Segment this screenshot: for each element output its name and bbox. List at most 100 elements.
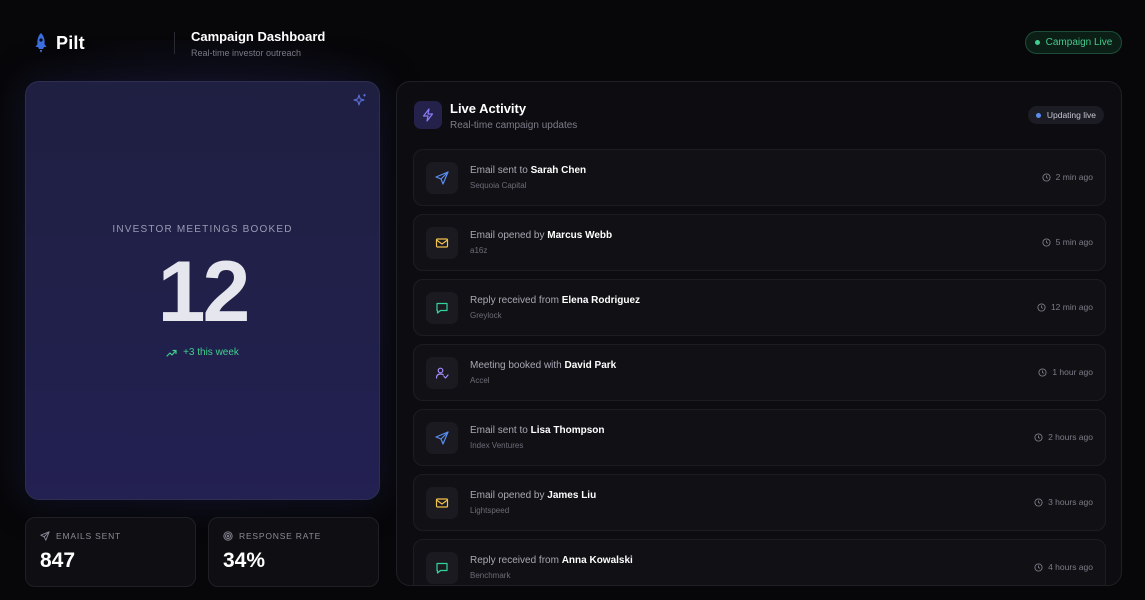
message-icon [435,301,449,315]
activity-time: 2 min ago [1042,172,1093,182]
header: Pilt Campaign Dashboard Real-time invest… [0,0,1145,80]
meetings-card: INVESTOR MEETINGS BOOKED 12 +3 this week [25,81,380,500]
activity-row[interactable]: Reply received from Elena Rodriguez Greyl… [413,279,1106,336]
activity-action: Email opened by [470,230,545,241]
activity-contact-name[interactable]: Sarah Chen [531,165,587,176]
activity-description: Email opened by James Liu [470,490,596,501]
activity-row[interactable]: Meeting booked with David Park Accel 1 hou… [413,344,1106,401]
activity-time-label: 3 hours ago [1048,497,1093,507]
stat-label: EMAILS SENT [56,531,122,541]
activity-time-label: 5 min ago [1055,237,1093,247]
activity-time: 12 min ago [1037,302,1093,312]
activity-row-icon-box [426,487,458,519]
activity-subtitle: Real-time campaign updates [450,120,578,131]
mail-icon [435,496,449,510]
live-activity-panel: Live Activity Real-time campaign updates… [396,81,1122,586]
activity-contact-name[interactable]: Lisa Thompson [531,425,605,436]
clock-icon [1042,172,1051,182]
activity-description: Reply received from Anna Kowalski [470,555,633,566]
activity-org: Greylock [470,311,502,320]
page-subtitle: Real-time investor outreach [191,48,302,58]
campaign-status-badge: Campaign Live [1025,31,1122,54]
activity-org: Index Ventures [470,441,524,450]
sparkles-icon[interactable] [353,93,367,107]
activity-description: Reply received from Elena Rodriguez [470,295,640,306]
updating-live-badge: Updating live [1027,106,1104,124]
activity-row-icon-box [426,357,458,389]
activity-row[interactable]: Email sent to Lisa Thompson Index Venture… [413,409,1106,466]
header-divider [174,32,175,54]
trending-up-icon [166,349,177,357]
lightning-icon [421,108,435,122]
clock-icon [1034,562,1043,572]
activity-time-label: 4 hours ago [1048,562,1093,572]
stat-value: 34% [223,549,266,572]
activity-time: 4 hours ago [1034,562,1093,572]
activity-description: Email opened by Marcus Webb [470,230,612,241]
activity-contact-name[interactable]: Marcus Webb [547,230,612,241]
stat-label-row: RESPONSE RATE [223,531,321,541]
message-icon [435,561,449,575]
activity-action: Email sent to [470,425,528,436]
activity-time-label: 2 hours ago [1048,432,1093,442]
activity-contact-name[interactable]: David Park [565,360,617,371]
activity-contact-name[interactable]: Elena Rodriguez [562,295,640,306]
activity-action: Meeting booked with [470,360,562,371]
send-icon [40,531,50,541]
activity-org: Sequoia Capital [470,181,527,190]
activity-description: Email sent to Lisa Thompson [470,425,605,436]
clock-icon [1042,237,1051,247]
meetings-label: INVESTOR MEETINGS BOOKED [112,224,293,235]
stat-value: 847 [40,549,76,572]
activity-row-icon-box [426,162,458,194]
clock-icon [1034,432,1043,442]
activity-row[interactable]: Email sent to Sarah Chen Sequoia Capital 2… [413,149,1106,206]
clock-icon [1037,302,1046,312]
app-name: Pilt [56,32,85,53]
activity-row[interactable]: Email opened by Marcus Webb a16z 5 min ago [413,214,1106,271]
page-title: Campaign Dashboard [191,29,326,44]
activity-action: Email sent to [470,165,528,176]
user-check-icon [435,366,449,380]
status-dot-icon [1034,40,1040,45]
activity-action: Reply received from [470,295,559,306]
activity-action: Reply received from [470,555,559,566]
activity-row[interactable]: Reply received from Anna Kowalski Benchma… [413,539,1106,585]
activity-org: a16z [470,246,488,255]
send-icon [435,431,449,445]
activity-time: 5 min ago [1042,237,1093,247]
live-dot-icon [1035,112,1041,118]
activity-time: 3 hours ago [1034,497,1093,507]
activity-org: Accel [470,376,490,385]
activity-action: Email opened by [470,490,545,501]
activity-description: Email sent to Sarah Chen [470,165,586,176]
stat-card-emails-sent: EMAILS SENT 847 [25,517,196,587]
mail-icon [435,236,449,250]
activity-description: Meeting booked with David Park [470,360,616,371]
activity-org: Lightspeed [470,506,510,515]
stat-card-response-rate: RESPONSE RATE 34% [208,517,379,587]
activity-time: 2 hours ago [1034,432,1093,442]
page-title-block: Campaign Dashboard Real-time investor ou… [191,29,325,58]
activity-time-label: 1 hour ago [1052,367,1093,377]
activity-org: Benchmark [470,571,511,580]
logo[interactable]: Pilt [34,32,85,54]
activity-row-icon-box [426,422,458,454]
updating-live-label: Updating live [1046,110,1096,120]
activity-title: Live Activity [450,101,527,116]
activity-row-icon-box [426,227,458,259]
activity-contact-name[interactable]: Anna Kowalski [562,555,633,566]
activity-time: 1 hour ago [1038,367,1093,377]
activity-row-icon-box [426,292,458,324]
activity-icon-box [414,101,442,129]
activity-contact-name[interactable]: James Liu [547,490,596,501]
meetings-count: 12 [157,244,251,340]
meetings-delta-label: +3 this week [183,347,239,358]
stat-label: RESPONSE RATE [239,531,322,541]
activity-row[interactable]: Email opened by James Liu Lightspeed 3 hou… [413,474,1106,531]
rocket-icon [34,32,48,54]
clock-icon [1038,367,1047,377]
stat-label-row: EMAILS SENT [40,531,121,541]
clock-icon [1034,497,1043,507]
activity-time-label: 12 min ago [1050,302,1093,312]
